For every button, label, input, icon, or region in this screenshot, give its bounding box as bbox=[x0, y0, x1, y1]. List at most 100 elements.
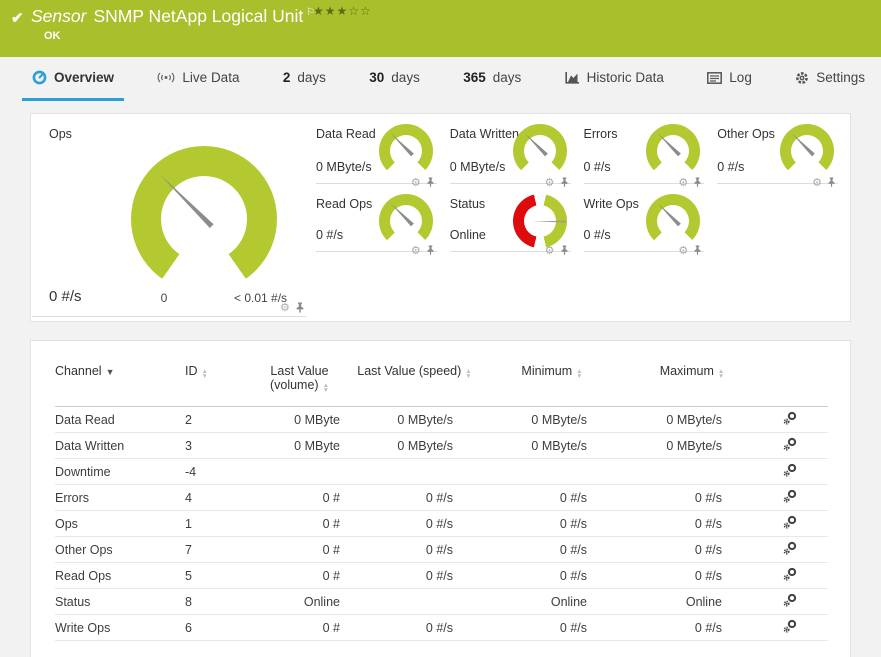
cell-channel[interactable]: Data Read bbox=[55, 407, 185, 433]
column-header-maximum[interactable]: Maximum ▲▼ bbox=[627, 341, 757, 407]
tab-settings[interactable]: Settings bbox=[785, 57, 875, 101]
channels-panel: Channel▼ ID▲▼ Last Value (volume)▲▼ Last… bbox=[30, 340, 851, 657]
tab-live-data[interactable]: Live Data bbox=[147, 57, 249, 101]
cell-channel[interactable]: Write Ops bbox=[55, 615, 185, 641]
cell-id: 6 bbox=[185, 615, 247, 641]
gear-icon[interactable]: ⚙ bbox=[280, 303, 290, 313]
tab-2-days[interactable]: 2 days bbox=[273, 57, 336, 101]
tab-30-days[interactable]: 30 days bbox=[359, 57, 430, 101]
gauge-label: Write Ops bbox=[584, 197, 639, 211]
column-header-last-value-speed[interactable]: Last Value (speed) ▲▼ bbox=[352, 341, 477, 407]
tab-label: Log bbox=[729, 70, 752, 85]
gauge-icon bbox=[32, 70, 47, 85]
gear-icon[interactable]: ⚙ bbox=[678, 246, 688, 256]
gauge-ring bbox=[513, 124, 567, 178]
cell-minimum: 0 #/s bbox=[477, 511, 627, 537]
cell-channel[interactable]: Errors bbox=[55, 485, 185, 511]
pin-icon[interactable] bbox=[295, 302, 305, 314]
cell-channel[interactable]: Status bbox=[55, 589, 185, 615]
cell-minimum: 0 #/s bbox=[477, 615, 627, 641]
cell-last-value-speed: 0 #/s bbox=[352, 511, 477, 537]
pin-icon[interactable] bbox=[693, 245, 702, 256]
channel-settings-icon[interactable] bbox=[783, 463, 797, 477]
gauge-ring bbox=[379, 194, 433, 248]
pin-icon[interactable] bbox=[560, 245, 569, 256]
tab-label: days bbox=[391, 70, 420, 85]
cell-id: 5 bbox=[185, 563, 247, 589]
channel-settings-icon[interactable] bbox=[783, 619, 797, 633]
gear-icon[interactable]: ⚙ bbox=[545, 246, 555, 256]
cell-maximum: 0 MByte/s bbox=[627, 407, 757, 433]
cell-last-value-volume: 0 # bbox=[247, 563, 352, 589]
status-badge: OK bbox=[44, 30, 61, 42]
priority-stars[interactable]: ★★★☆☆ bbox=[313, 4, 372, 18]
tab-historic-data[interactable]: Historic Data bbox=[555, 57, 674, 101]
gauge-status: Status Online ⚙ bbox=[450, 184, 571, 252]
sensor-name: SNMP NetApp Logical Unit bbox=[93, 6, 303, 26]
cell-channel[interactable]: Downtime bbox=[55, 459, 185, 485]
gauge-label: Status bbox=[450, 197, 485, 211]
table-row[interactable]: Errors 4 0 # 0 #/s 0 #/s 0 #/s bbox=[55, 485, 828, 511]
channel-settings-icon[interactable] bbox=[783, 515, 797, 529]
cell-channel[interactable]: Read Ops bbox=[55, 563, 185, 589]
tab-number: 2 bbox=[283, 70, 291, 85]
gauge-ring bbox=[780, 124, 834, 178]
channel-settings-icon[interactable] bbox=[783, 567, 797, 581]
cell-channel[interactable]: Ops bbox=[55, 511, 185, 537]
table-row[interactable]: Data Read 2 0 MByte 0 MByte/s 0 MByte/s … bbox=[55, 407, 828, 433]
tab-label: Settings bbox=[816, 70, 865, 85]
channel-settings-icon[interactable] bbox=[783, 541, 797, 555]
gauge-value: 0 #/s bbox=[49, 288, 82, 305]
gauge-ring bbox=[646, 124, 700, 178]
table-row[interactable]: Data Written 3 0 MByte 0 MByte/s 0 MByte… bbox=[55, 433, 828, 459]
sort-icon: ▲▼ bbox=[465, 369, 471, 379]
tab-bar: Overview Live Data 2 days 30 days 365 da… bbox=[0, 57, 881, 101]
column-header-last-value-volume[interactable]: Last Value (volume)▲▼ bbox=[247, 341, 352, 407]
table-row[interactable]: Downtime -4 bbox=[55, 459, 828, 485]
cell-channel[interactable]: Other Ops bbox=[55, 537, 185, 563]
column-header-id[interactable]: ID▲▼ bbox=[185, 341, 247, 407]
gauge-label: Ops bbox=[49, 127, 72, 141]
channel-settings-icon[interactable] bbox=[783, 593, 797, 607]
gauge-actions: ⚙ bbox=[280, 302, 305, 314]
tab-label: Historic Data bbox=[587, 70, 664, 85]
channel-settings-icon[interactable] bbox=[783, 437, 797, 451]
gauge-read-ops: Read Ops 0 #/s ⚙ bbox=[316, 184, 437, 252]
sort-icon: ▲▼ bbox=[718, 369, 724, 379]
sort-icon: ▲▼ bbox=[202, 369, 208, 379]
tab-log[interactable]: Log bbox=[697, 57, 762, 101]
cell-minimum bbox=[477, 459, 627, 485]
column-header-minimum[interactable]: Minimum▲▼ bbox=[477, 341, 627, 407]
column-label: Last Value (speed) bbox=[357, 364, 461, 378]
gear-icon[interactable]: ⚙ bbox=[411, 246, 421, 256]
column-header-channel[interactable]: Channel▼ bbox=[55, 341, 185, 407]
cell-last-value-volume: 0 MByte bbox=[247, 407, 352, 433]
pin-icon[interactable] bbox=[426, 245, 435, 256]
table-row[interactable]: Status 8 Online Online Online bbox=[55, 589, 828, 615]
table-row[interactable]: Read Ops 5 0 # 0 #/s 0 #/s 0 #/s bbox=[55, 563, 828, 589]
column-label: Minimum bbox=[521, 364, 572, 378]
cell-id: 3 bbox=[185, 433, 247, 459]
cell-last-value-volume: 0 # bbox=[247, 485, 352, 511]
tab-number: 30 bbox=[369, 70, 384, 85]
page-title: SensorSNMP NetApp Logical Unit⚐ bbox=[31, 6, 315, 27]
table-row[interactable]: Write Ops 6 0 # 0 #/s 0 #/s 0 #/s bbox=[55, 615, 828, 641]
column-label: Channel bbox=[55, 364, 102, 378]
cell-last-value-volume: 0 MByte bbox=[247, 433, 352, 459]
cell-channel[interactable]: Data Written bbox=[55, 433, 185, 459]
log-icon bbox=[707, 72, 722, 84]
cell-last-value-volume: 0 # bbox=[247, 511, 352, 537]
gauge-label: Other Ops bbox=[717, 127, 775, 141]
gauge-ring bbox=[646, 194, 700, 248]
tab-365-days[interactable]: 365 days bbox=[453, 57, 531, 101]
gauges-panel: Ops 0 < 0.01 #/s 0 #/s ⚙ Data Read 0 MBy… bbox=[30, 113, 851, 322]
table-row[interactable]: Ops 1 0 # 0 #/s 0 #/s 0 #/s bbox=[55, 511, 828, 537]
tab-overview[interactable]: Overview bbox=[22, 57, 124, 101]
column-label: Maximum bbox=[660, 364, 714, 378]
cell-last-value-speed bbox=[352, 589, 477, 615]
stars-empty: ☆☆ bbox=[348, 4, 372, 18]
channel-settings-icon[interactable] bbox=[783, 411, 797, 425]
cell-last-value-volume: 0 # bbox=[247, 615, 352, 641]
channel-settings-icon[interactable] bbox=[783, 489, 797, 503]
table-row[interactable]: Other Ops 7 0 # 0 #/s 0 #/s 0 #/s bbox=[55, 537, 828, 563]
